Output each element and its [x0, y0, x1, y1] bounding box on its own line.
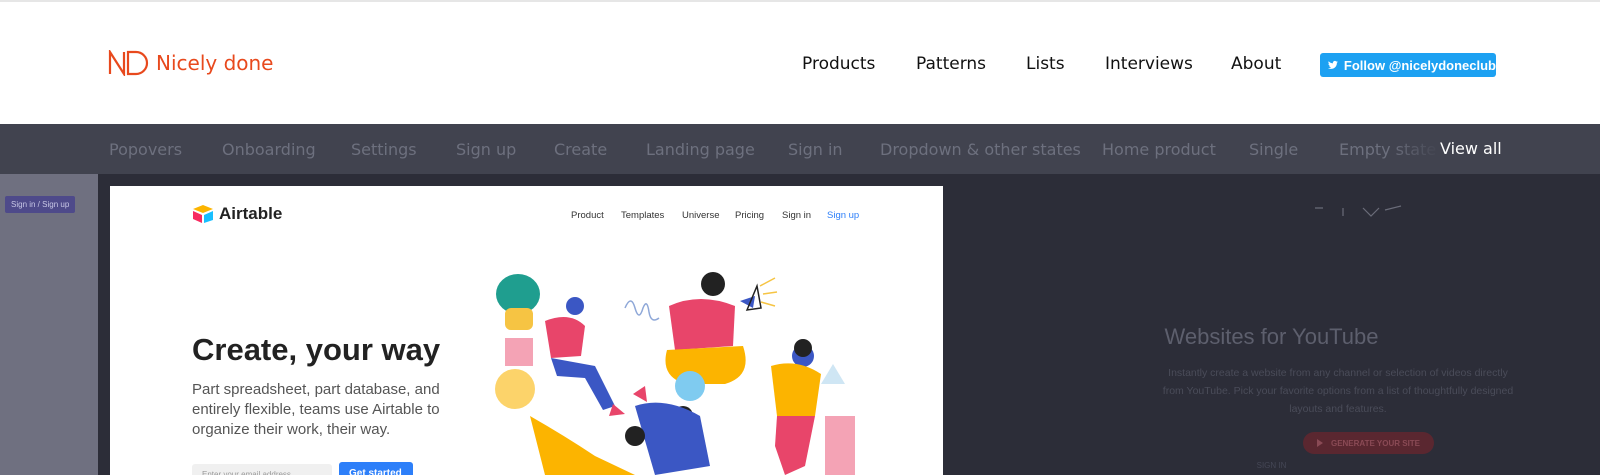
category-bar: Popovers Onboarding Settings Sign up Cre…	[0, 124, 1600, 174]
card-category-badge[interactable]: Sign in / Sign up	[5, 196, 76, 213]
site-logo-icon	[1315, 205, 1402, 217]
airtable-hero-title: Create, your way	[192, 332, 441, 367]
play-icon	[1316, 439, 1323, 447]
view-all-link[interactable]: View all	[1440, 139, 1502, 158]
twitter-follow-label: Follow @nicelydoneclub	[1343, 57, 1496, 73]
category-fade-overlay	[1390, 124, 1440, 174]
nav-products[interactable]: Products	[802, 54, 875, 74]
airtable-nav-pricing[interactable]: Pricing	[735, 210, 764, 221]
nd-logo-icon	[108, 50, 149, 76]
brand-logo[interactable]: Nicely done	[108, 50, 273, 76]
airtable-nav-sign-up[interactable]: Sign up	[827, 210, 859, 221]
airtable-nav-product[interactable]: Product	[571, 210, 604, 221]
generate-site-button[interactable]: GENERATE YOUR SITE	[1303, 432, 1434, 454]
next-card-title: Websites for YouTube	[1164, 324, 1379, 349]
category-sign-up[interactable]: Sign up	[456, 140, 516, 159]
twitter-follow-button[interactable]: Follow @nicelydoneclub	[1320, 53, 1496, 77]
next-card-description: Instantly create a website from any chan…	[1162, 367, 1514, 415]
pattern-carousel: Sign in / Sign up Airtable Product Templ…	[0, 174, 1600, 475]
category-create[interactable]: Create	[554, 140, 607, 159]
airtable-email-input[interactable]: Enter your email address	[192, 464, 332, 475]
airtable-get-started-button[interactable]: Get started	[339, 462, 413, 475]
category-landing-page[interactable]: Landing page	[646, 140, 755, 159]
category-sign-in[interactable]: Sign in	[788, 140, 843, 159]
nav-patterns[interactable]: Patterns	[916, 54, 986, 74]
next-card-sign-in-link[interactable]: SIGN IN	[943, 461, 1600, 470]
nav-interviews[interactable]: Interviews	[1105, 54, 1193, 74]
brand-name: Nicely done	[156, 51, 274, 75]
airtable-nav-templates[interactable]: Templates	[621, 210, 664, 221]
category-onboarding[interactable]: Onboarding	[222, 140, 316, 159]
nav-about[interactable]: About	[1231, 54, 1281, 74]
category-single[interactable]: Single	[1249, 140, 1298, 159]
category-popovers[interactable]: Popovers	[109, 140, 182, 159]
pattern-card-previous[interactable]: Sign in / Sign up	[0, 174, 98, 475]
twitter-bird-icon	[1328, 60, 1338, 69]
airtable-logo-text: Airtable	[219, 204, 283, 223]
site-header: Nicely done Products Patterns Lists Inte…	[0, 0, 1600, 124]
category-settings[interactable]: Settings	[351, 140, 417, 159]
nav-lists[interactable]: Lists	[1026, 54, 1065, 74]
pattern-card-next[interactable]: Websites for YouTube Instantly create a …	[943, 174, 1600, 475]
category-dropdown-states[interactable]: Dropdown & other states	[880, 140, 1081, 159]
airtable-nav-universe[interactable]: Universe	[682, 210, 720, 221]
pattern-card-airtable[interactable]: Airtable Product Templates Universe Pric…	[110, 186, 943, 475]
airtable-nav-sign-in[interactable]: Sign in	[782, 210, 811, 221]
airtable-logo-icon	[193, 205, 213, 223]
airtable-hero-subtitle: Part spreadsheet, part database, and ent…	[192, 381, 440, 438]
airtable-logo: Airtable	[192, 204, 282, 224]
generate-site-label: GENERATE YOUR SITE	[1330, 438, 1421, 448]
category-home-product[interactable]: Home product	[1102, 140, 1216, 159]
people-illustration-icon	[495, 272, 855, 475]
